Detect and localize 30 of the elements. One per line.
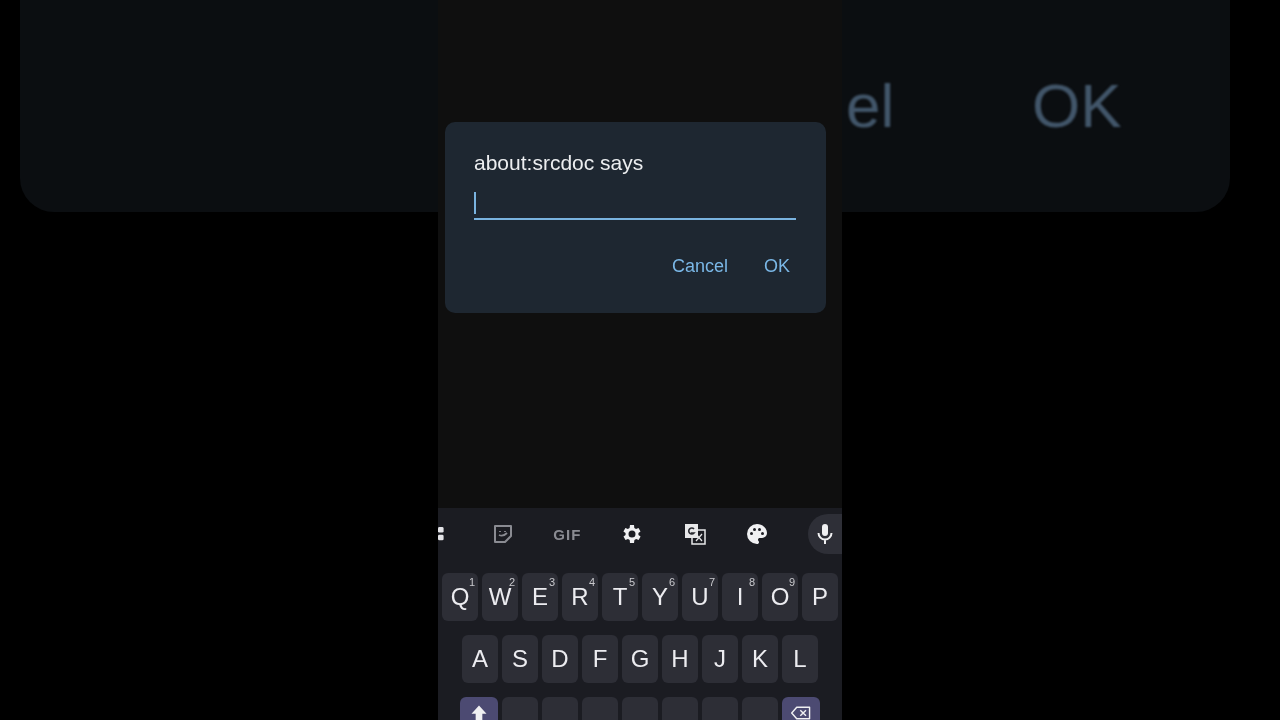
- keyboard-key[interactable]: T$^{5}$: [602, 573, 638, 621]
- keyboard-key[interactable]: S: [502, 635, 538, 683]
- blurred-text: OK: [1032, 70, 1122, 141]
- gif-button[interactable]: GIF: [553, 525, 582, 543]
- keyboard-key[interactable]: E$^{3}$: [522, 573, 558, 621]
- keyboard-key[interactable]: R$^{4}$: [562, 573, 598, 621]
- keyboard-key[interactable]: D: [542, 635, 578, 683]
- keyboard-key[interactable]: Y$^{6}$: [642, 573, 678, 621]
- dialog-title: about:srcdoc says: [474, 150, 645, 176]
- keyboard-key[interactable]: G: [622, 635, 658, 683]
- keyboard-key[interactable]: K: [742, 635, 778, 683]
- keyboard-key[interactable]: L: [782, 635, 818, 683]
- keyboard-key[interactable]: Q$^{1}$: [442, 573, 478, 621]
- keyboard-key[interactable]: W$^{2}$: [482, 573, 518, 621]
- keyboard-key[interactable]: I $^{8}$: [722, 573, 758, 621]
- keyboard-key[interactable]: A: [462, 635, 498, 683]
- dialog-button[interactable]: OK: [758, 254, 796, 279]
- keyboard-key[interactable]: J: [702, 635, 738, 683]
- shift-icon: [469, 703, 489, 720]
- keyboard-key[interactable]: H: [662, 635, 698, 683]
- palette-icon[interactable]: [745, 522, 770, 546]
- keyboard-key[interactable]: F: [582, 635, 618, 683]
- microphone-button[interactable]: [807, 514, 842, 554]
- input-field[interactable]: [474, 192, 796, 220]
- dialog-button[interactable]: Cancel: [665, 254, 734, 279]
- keyboard-key[interactable]: P: [802, 573, 838, 621]
- blurred-text: el: [846, 70, 895, 141]
- keyboard-key[interactable]: U$^{7}$: [682, 573, 718, 621]
- keyboard-key[interactable]: O$^{9}$: [762, 573, 798, 621]
- translate-icon[interactable]: [682, 522, 707, 546]
